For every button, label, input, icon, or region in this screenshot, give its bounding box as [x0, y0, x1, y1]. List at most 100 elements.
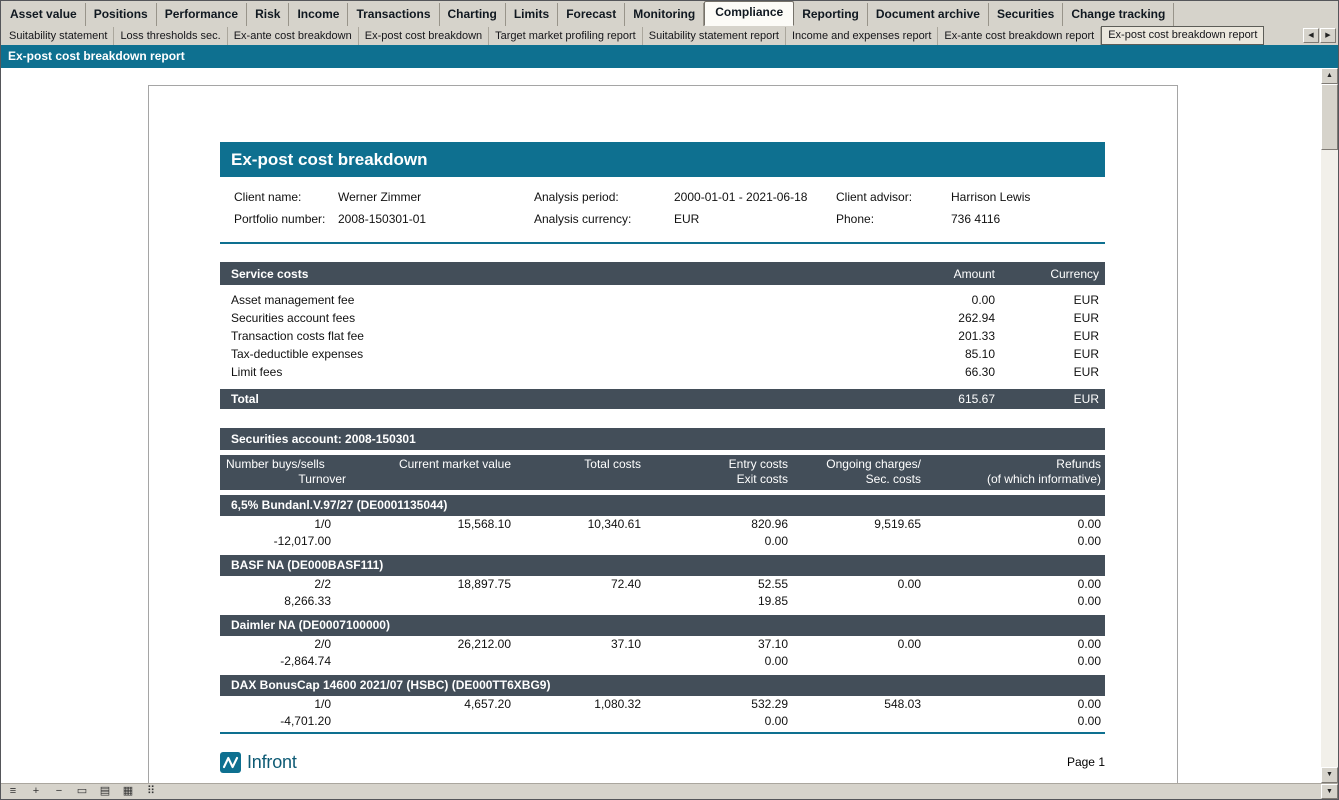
- service-cost-label: Tax-deductible expenses: [220, 345, 781, 363]
- security-cell: 52.55: [645, 576, 792, 593]
- report-tab-loss-thresholds-sec[interactable]: Loss thresholds sec.: [114, 27, 227, 45]
- zoom-in-icon[interactable]: +: [29, 785, 43, 798]
- vertical-scrollbar[interactable]: ▲ ▼: [1321, 68, 1338, 783]
- tab-scroll-right-icon[interactable]: ▶: [1320, 28, 1336, 43]
- security-cell: 0.00: [925, 516, 1105, 533]
- client-info-label: Client advisor:: [836, 186, 951, 208]
- main-tab-document-archive[interactable]: Document archive: [868, 3, 989, 26]
- thumbnails-icon[interactable]: ⠿: [144, 785, 158, 798]
- column-header-line2: Turnover: [220, 472, 346, 487]
- scrollbar-thumb[interactable]: [1321, 84, 1338, 150]
- security-data-row: 2/026,212.0037.1037.100.000.00: [220, 636, 1105, 653]
- security-cell: 0.00: [645, 533, 792, 550]
- main-tab-securities[interactable]: Securities: [989, 3, 1063, 26]
- service-cost-currency: EUR: [1001, 327, 1105, 345]
- main-tab-forecast[interactable]: Forecast: [558, 3, 625, 26]
- continuous-view-icon[interactable]: ▤: [98, 785, 112, 798]
- main-tab-bar: Asset valuePositionsPerformanceRiskIncom…: [1, 1, 1320, 26]
- main-tab-change-tracking[interactable]: Change tracking: [1063, 3, 1174, 26]
- main-tab-transactions[interactable]: Transactions: [348, 3, 439, 26]
- main-tab-compliance[interactable]: Compliance: [704, 1, 794, 26]
- service-cost-amount: 0.00: [781, 291, 1001, 309]
- facing-pages-icon[interactable]: ▦: [121, 785, 135, 798]
- column-header-line1: Refunds: [925, 457, 1101, 472]
- service-costs-total-row: Total 615.67 EUR: [220, 389, 1105, 409]
- main-tab-asset-value[interactable]: Asset value: [2, 3, 86, 26]
- service-cost-amount: 66.30: [781, 363, 1001, 381]
- client-info-value: 2008-150301-01: [338, 208, 534, 230]
- report-page: Ex-post cost breakdown Client name:Werne…: [148, 85, 1178, 783]
- security-cell: 2/2: [220, 576, 335, 593]
- security-data-row: -2,864.740.000.00: [220, 653, 1105, 670]
- report-tab-suitability-statement-report[interactable]: Suitability statement report: [643, 27, 786, 45]
- total-label: Total: [220, 392, 781, 406]
- scroll-down-corner-icon[interactable]: ▼: [1321, 784, 1338, 799]
- security-cell: [515, 593, 645, 610]
- page-number: Page 1: [1067, 755, 1105, 769]
- infront-logo-icon: [220, 752, 241, 773]
- security-cell: 0.00: [925, 653, 1105, 670]
- outline-view-icon[interactable]: ≡: [6, 785, 20, 798]
- report-tab-income-and-expenses-report[interactable]: Income and expenses report: [786, 27, 938, 45]
- report-tab-ex-post-cost-breakdown-report[interactable]: Ex-post cost breakdown report: [1101, 26, 1264, 45]
- security-cell: 37.10: [515, 636, 645, 653]
- column-header-line2: Sec. costs: [792, 472, 921, 487]
- service-cost-label: Limit fees: [220, 363, 781, 381]
- securities-column-header: Ongoing charges/Sec. costs: [792, 457, 925, 490]
- main-tab-charting[interactable]: Charting: [440, 3, 506, 26]
- main-tab-risk[interactable]: Risk: [247, 3, 289, 26]
- securities-column-header: Refunds(of which informative): [925, 457, 1105, 490]
- security-cell: 548.03: [792, 696, 925, 713]
- security-cell: 72.40: [515, 576, 645, 593]
- main-tab-limits[interactable]: Limits: [506, 3, 558, 26]
- report-tab-ex-post-cost-breakdown[interactable]: Ex-post cost breakdown: [359, 27, 489, 45]
- security-cell: 15,568.10: [335, 516, 515, 533]
- security-cell: 0.00: [925, 713, 1105, 730]
- main-tab-monitoring[interactable]: Monitoring: [625, 3, 704, 26]
- security-cell: [335, 653, 515, 670]
- main-tab-reporting[interactable]: Reporting: [794, 3, 868, 26]
- security-data-row: -12,017.000.000.00: [220, 533, 1105, 550]
- service-cost-label: Securities account fees: [220, 309, 781, 327]
- service-cost-currency: EUR: [1001, 309, 1105, 327]
- zoom-out-icon[interactable]: −: [52, 785, 66, 798]
- client-info-value: EUR: [674, 208, 836, 230]
- securities-column-header: Number buys/sellsTurnover: [220, 457, 350, 490]
- security-cell: 0.00: [925, 593, 1105, 610]
- scroll-up-icon[interactable]: ▲: [1321, 68, 1338, 84]
- tab-scroll-left-icon[interactable]: ◀: [1303, 28, 1319, 43]
- report-tab-ex-ante-cost-breakdown-report[interactable]: Ex-ante cost breakdown report: [938, 27, 1101, 45]
- service-costs-title: Service costs: [220, 267, 781, 281]
- security-cell: [792, 533, 925, 550]
- security-cell: 0.00: [925, 696, 1105, 713]
- main-tab-income[interactable]: Income: [289, 3, 348, 26]
- security-cell: 0.00: [925, 636, 1105, 653]
- report-tab-ex-ante-cost-breakdown[interactable]: Ex-ante cost breakdown: [228, 27, 359, 45]
- main-tab-positions[interactable]: Positions: [86, 3, 157, 26]
- security-name-header: 6,5% Bundanl.V.97/27 (DE0001135044): [220, 495, 1105, 516]
- security-cell: 1/0: [220, 516, 335, 533]
- view-title-bar: Ex-post cost breakdown report: [1, 45, 1338, 68]
- column-header-line1: Entry costs: [645, 457, 788, 472]
- column-header-line1: Total costs: [515, 457, 641, 472]
- security-cell: [792, 593, 925, 610]
- main-tab-performance[interactable]: Performance: [157, 3, 247, 26]
- security-cell: 532.29: [645, 696, 792, 713]
- client-info-label: Analysis period:: [534, 186, 674, 208]
- report-tab-suitability-statement[interactable]: Suitability statement: [3, 27, 114, 45]
- service-cost-currency: EUR: [1001, 363, 1105, 381]
- single-page-icon[interactable]: ▭: [75, 785, 89, 798]
- report-tab-target-market-profiling-report[interactable]: Target market profiling report: [489, 27, 643, 45]
- security-cell: 26,212.00: [335, 636, 515, 653]
- security-cell: [792, 653, 925, 670]
- security-cell: [335, 533, 515, 550]
- security-cell: -2,864.74: [220, 653, 335, 670]
- scroll-down-icon[interactable]: ▼: [1321, 767, 1338, 783]
- security-cell: [515, 653, 645, 670]
- security-cell: [335, 593, 515, 610]
- service-cost-row: Securities account fees262.94EUR: [220, 309, 1105, 327]
- security-data-row: 8,266.3319.850.00: [220, 593, 1105, 610]
- securities-column-header: Current market value: [350, 457, 515, 490]
- report-title-bar: Ex-post cost breakdown: [220, 142, 1105, 177]
- security-data-row: 1/04,657.201,080.32532.29548.030.00: [220, 696, 1105, 713]
